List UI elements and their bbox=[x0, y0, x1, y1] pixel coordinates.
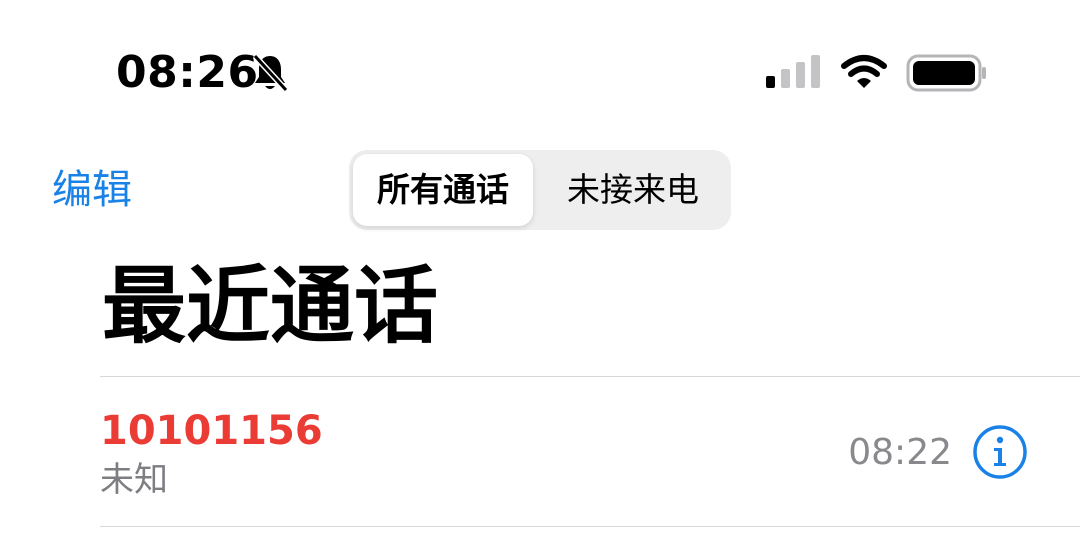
caller-label: 未知 bbox=[100, 460, 168, 500]
cellular-signal-icon bbox=[766, 55, 820, 88]
status-time: 08:26 bbox=[116, 47, 259, 98]
info-icon[interactable] bbox=[972, 424, 1028, 480]
recents-screen: 08:26 编辑 所有通话 未接来电 最近通话 10101156 未知 08:2… bbox=[0, 0, 1080, 560]
segment-missed-calls[interactable]: 未接来电 bbox=[543, 154, 723, 226]
call-list-item[interactable]: 10101156 未知 08:22 bbox=[0, 377, 1080, 527]
caller-number: 10101156 bbox=[100, 408, 323, 454]
call-time: 08:22 bbox=[848, 432, 952, 473]
wifi-icon bbox=[841, 55, 887, 88]
segment-all-calls[interactable]: 所有通话 bbox=[353, 154, 533, 226]
page-title: 最近通话 bbox=[102, 257, 439, 355]
bell-slash-icon bbox=[252, 53, 289, 93]
edit-button[interactable]: 编辑 bbox=[52, 166, 132, 214]
calls-filter-segmented-control: 所有通话 未接来电 bbox=[349, 150, 731, 230]
battery-icon bbox=[906, 54, 986, 92]
divider bbox=[100, 526, 1080, 527]
